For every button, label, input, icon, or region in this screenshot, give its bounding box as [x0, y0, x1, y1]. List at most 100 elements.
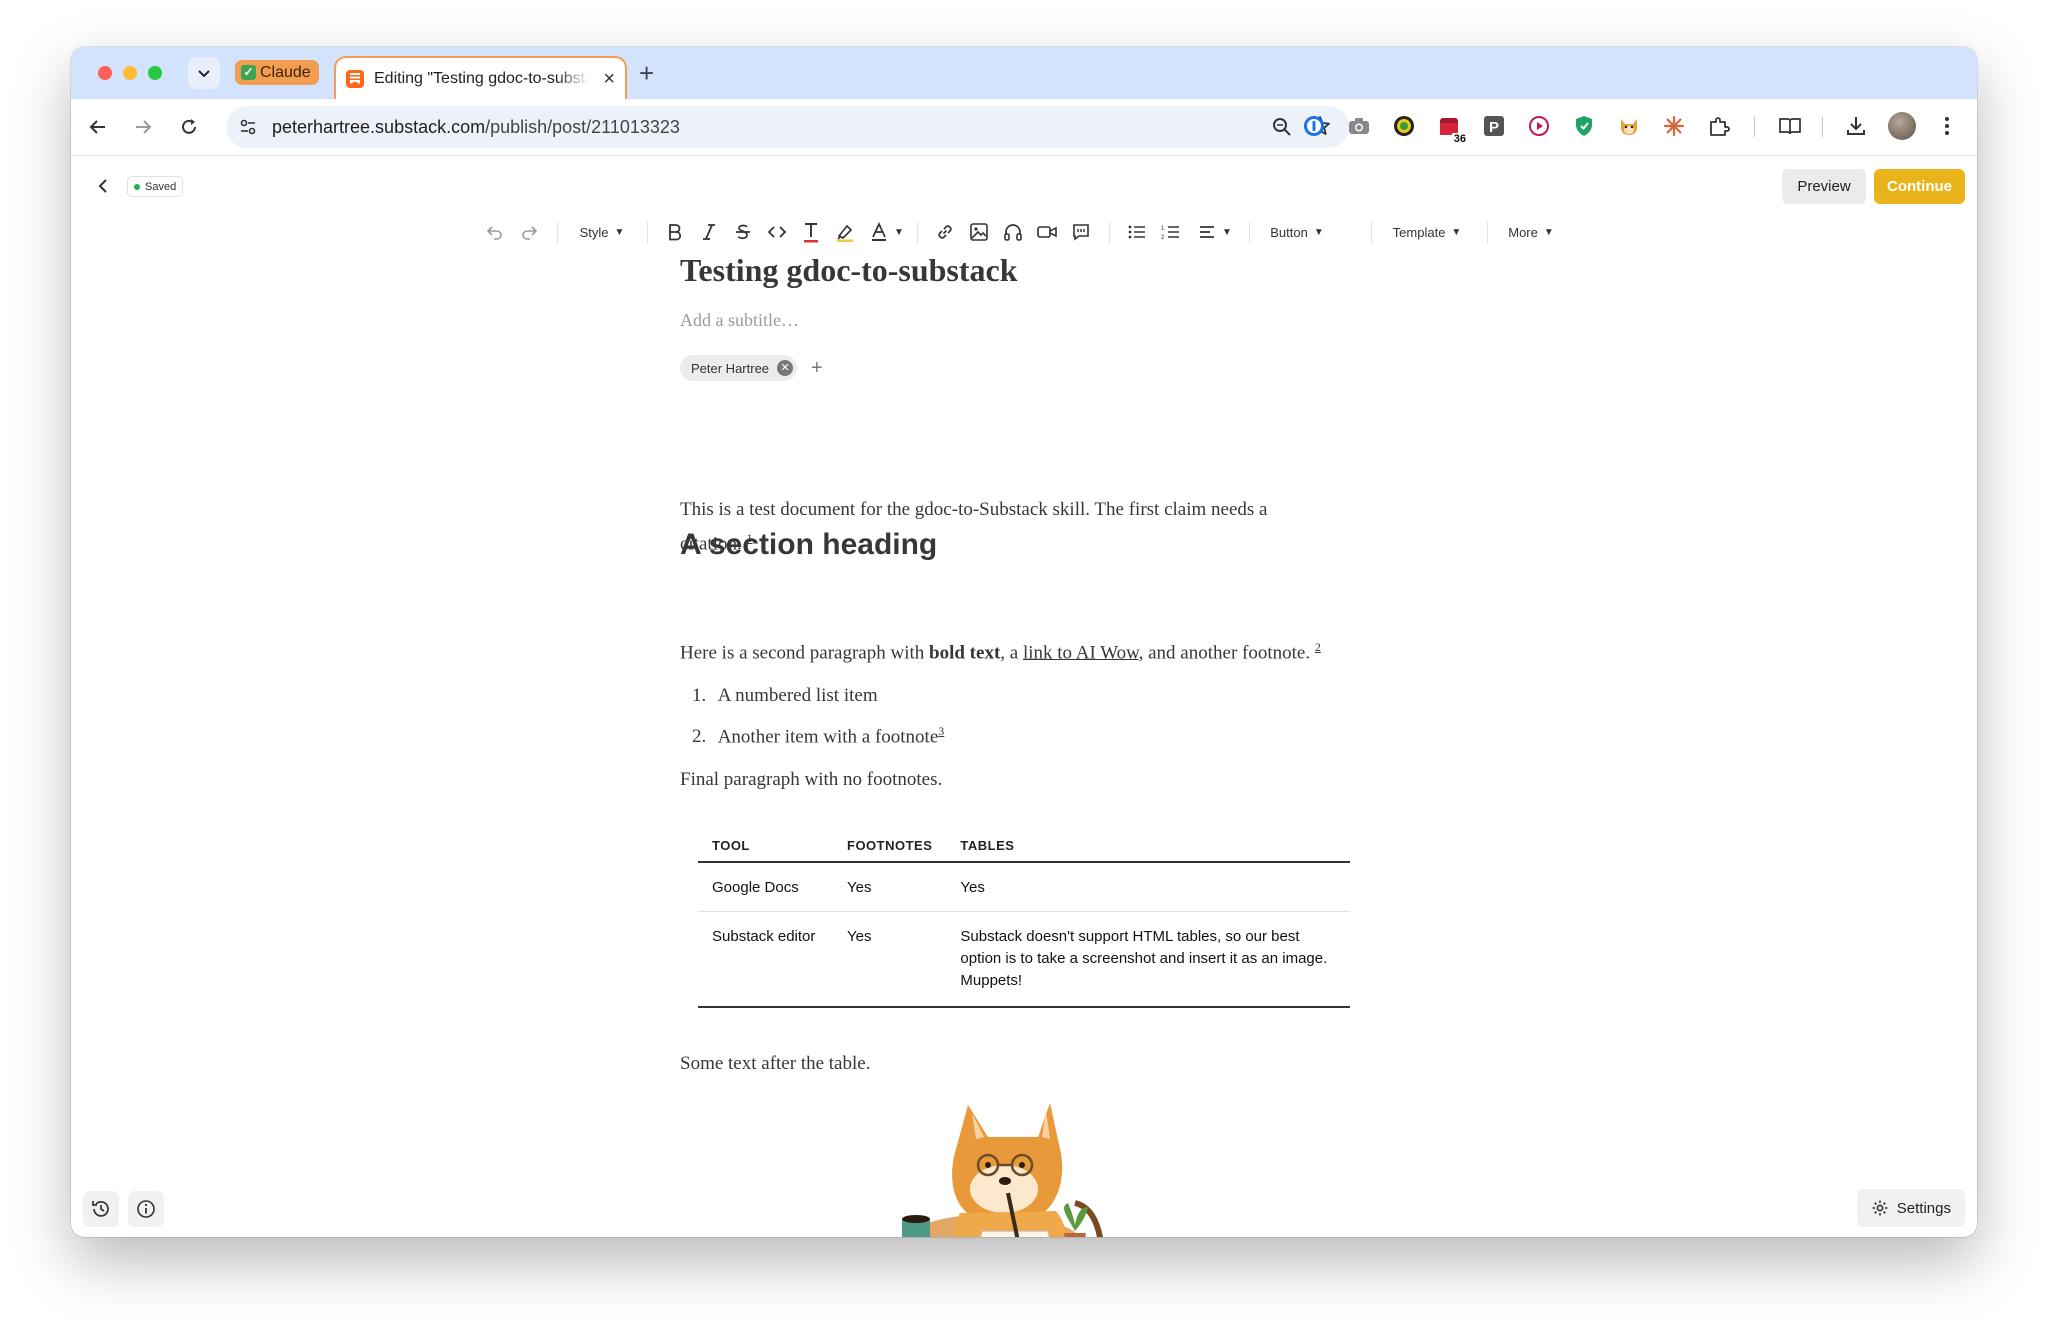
- info-icon[interactable]: [128, 1191, 164, 1227]
- font-color-dropdown[interactable]: ▼: [867, 220, 907, 244]
- active-tab[interactable]: Editing "Testing gdoc-to-substack" ×: [334, 56, 627, 99]
- bold-icon[interactable]: [663, 220, 687, 244]
- numbered-list-icon[interactable]: 12: [1159, 220, 1183, 244]
- footnote-ref[interactable]: 3: [938, 724, 944, 738]
- style-dropdown[interactable]: Style ▼: [574, 220, 630, 244]
- italic-icon[interactable]: [697, 220, 721, 244]
- extensions-puzzle-icon[interactable]: [1706, 113, 1732, 139]
- caret-down-icon: ▼: [1222, 226, 1232, 238]
- zoom-window-button[interactable]: [148, 66, 162, 80]
- list-number: 1.: [692, 685, 707, 706]
- table-header: FOOTNOTES: [833, 824, 947, 863]
- tab-group-chip[interactable]: ✓ Claude: [235, 60, 319, 85]
- table-header: TABLES: [946, 824, 1350, 863]
- reload-icon[interactable]: [175, 113, 203, 141]
- redo-icon[interactable]: [517, 220, 541, 244]
- settings-button[interactable]: Settings: [1856, 1189, 1965, 1227]
- final-paragraph[interactable]: Final paragraph with no footnotes.: [680, 765, 942, 794]
- claude-sparkle-icon[interactable]: [1661, 113, 1687, 139]
- minimize-window-button[interactable]: [123, 66, 137, 80]
- toolbar-separator: [1371, 222, 1372, 244]
- back-icon[interactable]: [91, 174, 115, 198]
- back-icon[interactable]: [84, 113, 112, 141]
- add-author-button[interactable]: +: [811, 355, 823, 381]
- list-item[interactable]: 2. Another item with a footnote3: [692, 717, 944, 751]
- p2-text: , a: [1000, 642, 1023, 664]
- browser-toolbar: peterhartree.substack.com/publish/post/2…: [71, 99, 1977, 156]
- undo-icon[interactable]: [483, 220, 507, 244]
- toolbar-separator: [1487, 222, 1488, 244]
- after-table-paragraph[interactable]: Some text after the table.: [680, 1049, 870, 1078]
- address-bar[interactable]: peterhartree.substack.com/publish/post/2…: [226, 106, 1349, 148]
- button-dropdown[interactable]: Button ▼: [1265, 220, 1329, 244]
- table-row: Google Docs Yes Yes: [698, 862, 1350, 912]
- reading-mode-icon[interactable]: [1777, 113, 1803, 139]
- play-circle-icon[interactable]: [1526, 113, 1552, 139]
- author-name: Peter Hartree: [691, 360, 770, 376]
- list-item-text: Another item with a footnote: [717, 726, 939, 748]
- ai-wow-link[interactable]: link to AI Wow: [1023, 642, 1139, 663]
- svg-text:2: 2: [1161, 235, 1165, 241]
- align-icon: [1200, 226, 1215, 238]
- search-icon[interactable]: [1271, 116, 1293, 143]
- post-title[interactable]: Testing gdoc-to-substack: [680, 252, 1018, 289]
- audio-icon[interactable]: [1001, 220, 1025, 244]
- history-icon[interactable]: [83, 1191, 119, 1227]
- bullet-list-icon[interactable]: [1125, 220, 1149, 244]
- strikethrough-icon[interactable]: [731, 220, 755, 244]
- colorful-circle-extension-icon[interactable]: [1391, 113, 1417, 139]
- close-window-button[interactable]: [98, 66, 112, 80]
- forward-icon[interactable]: [129, 113, 157, 141]
- align-dropdown[interactable]: ▼: [1193, 220, 1237, 244]
- template-dropdown[interactable]: Template ▼: [1387, 220, 1467, 244]
- bold-text: bold text: [929, 642, 1001, 664]
- continue-button[interactable]: Continue: [1874, 169, 1965, 204]
- shiba-writing-illustration[interactable]: [880, 1103, 1130, 1237]
- remove-author-icon[interactable]: ✕: [777, 360, 794, 376]
- subtitle-input[interactable]: Add a subtitle…: [680, 310, 799, 331]
- second-paragraph[interactable]: Here is a second paragraph with bold tex…: [680, 633, 1321, 667]
- intro-line-1: This is a test document for the gdoc-to-…: [680, 499, 1268, 520]
- author-chip[interactable]: Peter Hartree ✕: [680, 355, 798, 381]
- text-color-icon[interactable]: [799, 220, 823, 244]
- table-cell: Substack editor: [698, 911, 833, 1008]
- button-dropdown-label: Button: [1270, 224, 1308, 240]
- tab-search-button[interactable]: [188, 57, 220, 89]
- comment-icon[interactable]: [1069, 220, 1093, 244]
- formatting-toolbar: Style ▼ ▼ 1 2 ▼ Button ▼ Template ▼ More…: [71, 214, 1977, 250]
- calendar-icon[interactable]: 36: [1436, 113, 1468, 145]
- shiba-extension-icon[interactable]: [1616, 113, 1642, 139]
- shield-icon[interactable]: [1571, 113, 1597, 139]
- image-icon[interactable]: [967, 220, 991, 244]
- highlighter-icon[interactable]: [833, 220, 857, 244]
- profile-avatar[interactable]: [1888, 112, 1916, 140]
- footnote-ref[interactable]: 2: [1315, 640, 1321, 654]
- p-extension-icon[interactable]: P: [1481, 113, 1507, 139]
- download-icon[interactable]: [1843, 113, 1869, 139]
- more-dropdown[interactable]: More ▼: [1503, 220, 1559, 244]
- code-icon[interactable]: [765, 220, 789, 244]
- url-path: /publish/post/211013323: [485, 116, 680, 137]
- toolbar-separator: [557, 222, 558, 244]
- link-icon[interactable]: [933, 220, 957, 244]
- menu-kebab-icon[interactable]: [1934, 113, 1960, 139]
- section-heading[interactable]: A section heading: [680, 528, 937, 562]
- close-tab-icon[interactable]: ×: [603, 69, 615, 89]
- list-item[interactable]: 1. A numbered list item: [692, 681, 878, 710]
- table-cell: Substack doesn't support HTML tables, so…: [946, 911, 1350, 1008]
- saved-status-badge: Saved: [127, 176, 184, 197]
- p2-text: Here is a second paragraph with: [680, 642, 930, 664]
- svg-text:P: P: [1489, 119, 1499, 136]
- url-text: peterhartree.substack.com/publish/post/2…: [272, 117, 680, 138]
- browser-window: ✓ Claude Editing "Testing gdoc-to-substa…: [71, 47, 1977, 1237]
- checkmark-icon: ✓: [241, 65, 256, 80]
- password-manager-icon[interactable]: [1301, 113, 1327, 139]
- preview-button[interactable]: Preview: [1782, 169, 1866, 204]
- p2-text: , and another footnote.: [1138, 642, 1311, 664]
- site-info-icon[interactable]: [236, 115, 260, 139]
- camera-icon[interactable]: [1346, 113, 1372, 139]
- new-tab-button[interactable]: +: [639, 57, 654, 89]
- comparison-table[interactable]: TOOL FOOTNOTES TABLES Google Docs Yes Ye…: [698, 824, 1350, 1008]
- toolbar-separator: [1754, 117, 1755, 137]
- video-icon[interactable]: [1035, 220, 1059, 244]
